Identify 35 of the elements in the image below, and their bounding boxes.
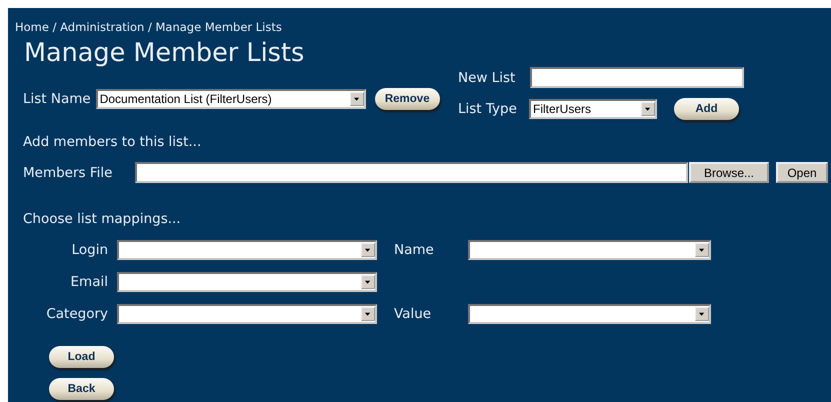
mapping-select[interactable] [117, 240, 377, 260]
list-name-select[interactable]: Documentation List (FilterUsers) [96, 89, 366, 109]
section-heading: Choose list mappings... [23, 211, 181, 227]
members-file-label: Members File [23, 164, 114, 180]
caret-icon [695, 307, 709, 321]
open-button[interactable]: Open [776, 162, 828, 183]
caret-icon [361, 243, 375, 257]
browse-button[interactable]: Browse... [689, 162, 769, 183]
caret-icon [695, 243, 709, 257]
action-button[interactable]: Load [49, 346, 114, 368]
members-file-field[interactable] [135, 162, 688, 183]
mapping-label: Category [46, 306, 108, 322]
mapping-label: Login [72, 242, 108, 258]
page-title: Manage Member Lists [24, 38, 306, 68]
mapping-label: Value [394, 306, 432, 322]
new-list-label: New List [458, 70, 516, 86]
list-type-label: List Type [458, 101, 518, 117]
add-button[interactable]: Add [674, 98, 739, 120]
caret-icon [350, 92, 364, 106]
mapping-select[interactable] [468, 304, 711, 324]
mapping-select[interactable] [117, 304, 377, 324]
caret-icon [361, 275, 375, 289]
new-list-field[interactable] [530, 67, 744, 88]
section-heading: Add members to this list... [23, 134, 202, 150]
breadcrumb: Home / Administration / Manage Member Lists [15, 20, 282, 34]
mapping-label: Email [70, 274, 108, 290]
mapping-label: Name [394, 242, 434, 258]
caret-icon [361, 307, 375, 321]
action-button[interactable]: Back [49, 378, 114, 400]
list-name-label: List Name [23, 91, 91, 107]
mapping-select[interactable] [468, 240, 711, 260]
caret-icon [641, 102, 655, 116]
mapping-select[interactable] [117, 272, 377, 292]
remove-button[interactable]: Remove [374, 88, 440, 110]
list-type-select[interactable]: FilterUsers [529, 99, 657, 119]
